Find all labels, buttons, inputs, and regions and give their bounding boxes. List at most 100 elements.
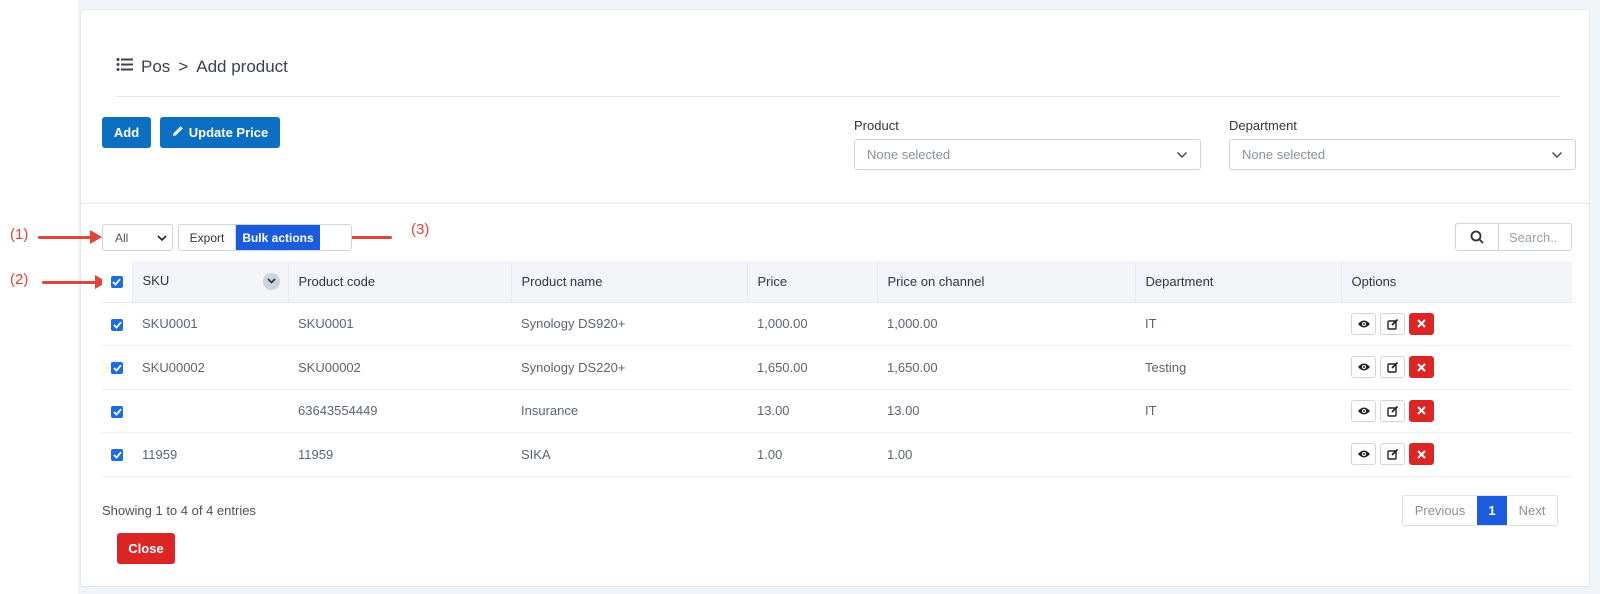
annotation-arrow bbox=[38, 236, 94, 239]
cell-sku: SKU00002 bbox=[132, 345, 288, 390]
update-price-label: Update Price bbox=[188, 125, 269, 140]
annotation-label: (2) bbox=[10, 271, 29, 288]
cell-price-on-channel: 1.00 bbox=[877, 432, 1135, 477]
cell-sku: SKU0001 bbox=[132, 302, 288, 346]
annotation-label: (3) bbox=[411, 221, 430, 238]
page-1-button[interactable]: 1 bbox=[1477, 496, 1507, 525]
close-icon[interactable] bbox=[1409, 312, 1434, 335]
cell-options bbox=[1341, 432, 1572, 477]
chevron-down-icon bbox=[157, 231, 167, 245]
select-all-checkbox[interactable] bbox=[102, 261, 133, 303]
cell-price-on-channel: 13.00 bbox=[877, 389, 1135, 433]
cell-product-code: SKU0001 bbox=[288, 302, 511, 346]
cell-department: IT bbox=[1135, 389, 1341, 433]
page-length-select[interactable]: All bbox=[102, 224, 173, 251]
cell-price: 1,650.00 bbox=[747, 345, 877, 390]
column-header-sku[interactable]: SKU bbox=[132, 261, 289, 303]
cell-options bbox=[1341, 345, 1572, 390]
cell-options bbox=[1341, 389, 1572, 433]
table-row: SKU00002 SKU00002 Synology DS220+ 1,650.… bbox=[102, 345, 1572, 390]
table-button-group: Export Bulk actions bbox=[178, 224, 352, 251]
cell-price-on-channel: 1,000.00 bbox=[877, 302, 1135, 346]
chevron-down-icon bbox=[1551, 147, 1563, 162]
cell-product-name: Synology DS920+ bbox=[511, 302, 747, 346]
cell-price-on-channel: 1,650.00 bbox=[877, 345, 1135, 390]
department-filter-label: Department bbox=[1229, 118, 1297, 133]
column-header-product-code[interactable]: Product code bbox=[288, 261, 512, 303]
pencil-icon bbox=[172, 125, 184, 140]
row-checkbox[interactable] bbox=[102, 389, 132, 433]
previous-page-button[interactable]: Previous bbox=[1403, 496, 1477, 525]
column-header-price[interactable]: Price bbox=[747, 261, 878, 303]
list-icon bbox=[116, 57, 133, 77]
column-header-product-name[interactable]: Product name bbox=[511, 261, 748, 303]
edit-icon[interactable] bbox=[1380, 443, 1405, 466]
edit-icon[interactable] bbox=[1380, 399, 1405, 422]
annotation-label: (1) bbox=[10, 226, 29, 243]
page-length-value: All bbox=[115, 230, 129, 245]
department-select[interactable]: None selected bbox=[1229, 139, 1576, 170]
export-button[interactable]: Export bbox=[179, 225, 236, 250]
edit-icon[interactable] bbox=[1380, 312, 1405, 335]
eye-icon[interactable] bbox=[1351, 312, 1376, 335]
pagination: Previous 1 Next bbox=[1402, 495, 1558, 526]
products-table: SKU Product code Product name Price Pric… bbox=[102, 261, 1572, 477]
next-page-button[interactable]: Next bbox=[1507, 496, 1557, 525]
column-header-options: Options bbox=[1341, 261, 1572, 303]
update-price-button[interactable]: Update Price bbox=[160, 117, 280, 148]
divider bbox=[80, 203, 1590, 204]
annotation-arrow bbox=[42, 281, 98, 284]
table-row: 11959 11959 SIKA 1.00 1.00 bbox=[102, 432, 1572, 477]
row-checkbox[interactable] bbox=[102, 302, 132, 346]
column-header-price-on-channel[interactable]: Price on channel bbox=[877, 261, 1136, 303]
eye-icon[interactable] bbox=[1351, 356, 1376, 379]
cell-sku bbox=[132, 389, 288, 433]
chevron-down-icon[interactable] bbox=[262, 272, 280, 290]
close-icon[interactable] bbox=[1409, 356, 1434, 379]
row-checkbox[interactable] bbox=[102, 432, 132, 477]
cell-department: Testing bbox=[1135, 345, 1341, 390]
eye-icon[interactable] bbox=[1351, 399, 1376, 422]
cell-price: 1,000.00 bbox=[747, 302, 877, 346]
column-header-department[interactable]: Department bbox=[1135, 261, 1342, 303]
cell-price: 1.00 bbox=[747, 432, 877, 477]
search-input[interactable] bbox=[1499, 224, 1571, 250]
breadcrumb-separator: > bbox=[178, 57, 189, 76]
table-row: 63643554449 Insurance 13.00 13.00 IT bbox=[102, 389, 1572, 433]
table-header-row: SKU Product code Product name Price Pric… bbox=[102, 261, 1572, 303]
cell-sku: 11959 bbox=[132, 432, 288, 477]
breadcrumb: Pos > Add product bbox=[116, 57, 288, 77]
search-box bbox=[1455, 223, 1572, 251]
breadcrumb-root[interactable]: Pos bbox=[141, 57, 170, 77]
search-icon[interactable] bbox=[1456, 224, 1499, 250]
close-icon[interactable] bbox=[1409, 399, 1434, 422]
department-select-value: None selected bbox=[1242, 147, 1326, 162]
product-select[interactable]: None selected bbox=[854, 139, 1201, 170]
eye-icon[interactable] bbox=[1351, 443, 1376, 466]
table-row: SKU0001 SKU0001 Synology DS920+ 1,000.00… bbox=[102, 302, 1572, 346]
row-checkbox[interactable] bbox=[102, 345, 132, 390]
product-filter-label: Product bbox=[854, 118, 899, 133]
bulk-actions-button[interactable]: Bulk actions bbox=[236, 225, 320, 250]
cell-price: 13.00 bbox=[747, 389, 877, 433]
cell-product-name: Insurance bbox=[511, 389, 747, 433]
cell-product-name: Synology DS220+ bbox=[511, 345, 747, 390]
cell-product-code: 11959 bbox=[288, 432, 511, 477]
empty-group-slot[interactable] bbox=[320, 225, 351, 250]
arrow-head-icon bbox=[90, 230, 102, 244]
close-icon[interactable] bbox=[1409, 443, 1434, 466]
cell-department bbox=[1135, 432, 1341, 477]
chevron-down-icon bbox=[1176, 147, 1188, 162]
product-select-value: None selected bbox=[867, 147, 951, 162]
cell-options bbox=[1341, 302, 1572, 346]
divider bbox=[116, 96, 1560, 97]
edit-icon[interactable] bbox=[1380, 356, 1405, 379]
table-info: Showing 1 to 4 of 4 entries bbox=[102, 503, 256, 518]
cell-product-name: SIKA bbox=[511, 432, 747, 477]
add-button[interactable]: Add bbox=[102, 117, 151, 148]
cell-product-code: SKU00002 bbox=[288, 345, 511, 390]
cell-department: IT bbox=[1135, 302, 1341, 346]
cell-product-code: 63643554449 bbox=[288, 389, 511, 433]
breadcrumb-current: Add product bbox=[196, 57, 288, 76]
close-button[interactable]: Close bbox=[117, 533, 175, 564]
